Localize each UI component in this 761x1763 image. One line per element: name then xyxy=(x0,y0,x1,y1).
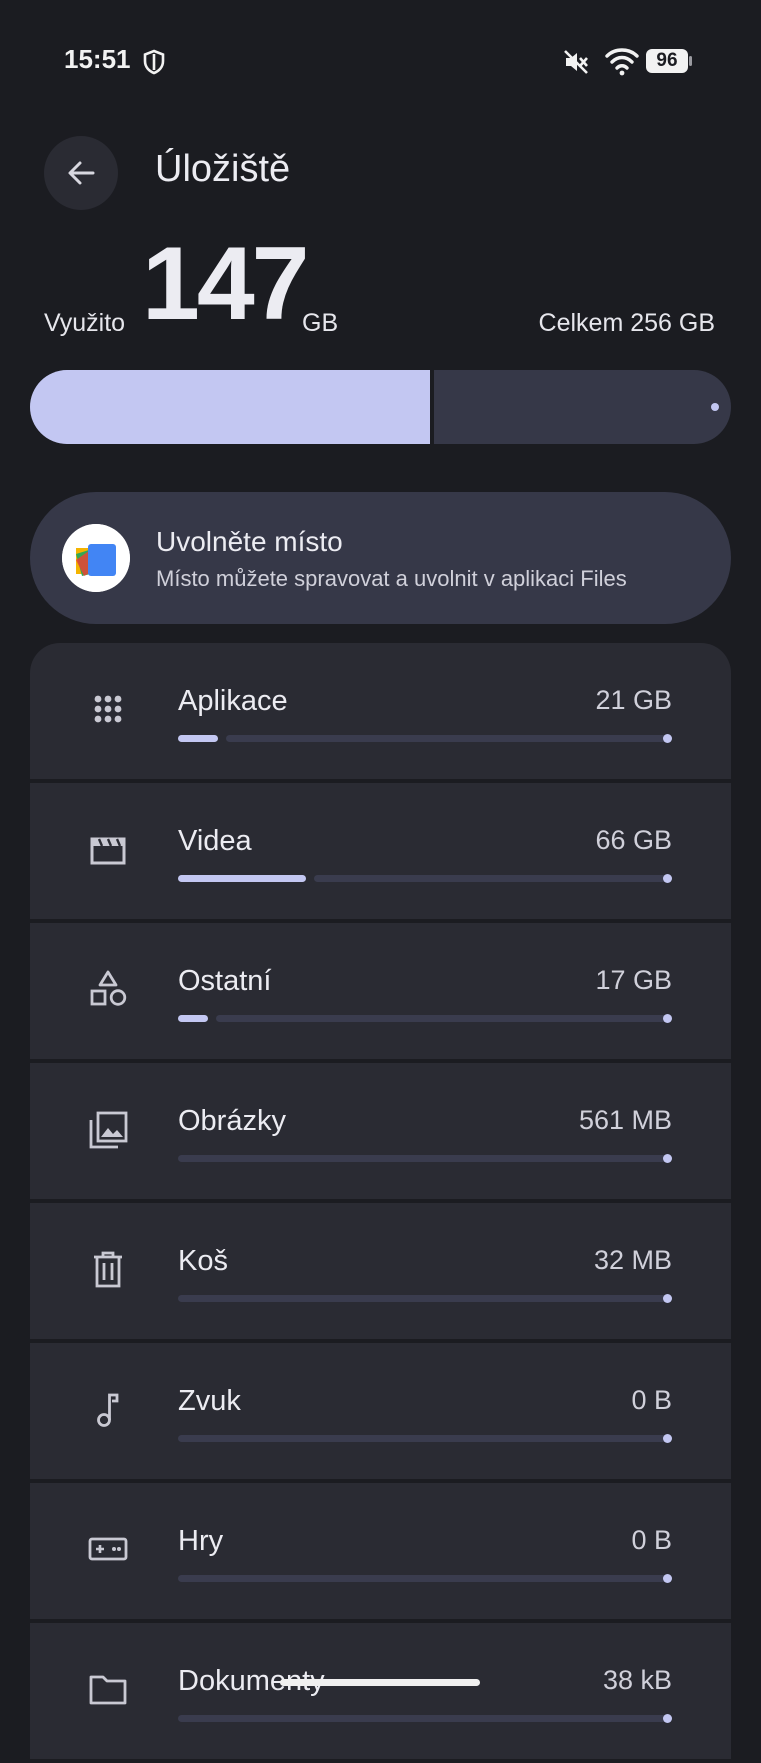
used-label: Využito xyxy=(44,309,126,337)
battery-level: 96 xyxy=(646,49,688,73)
category-size: 561 MB xyxy=(578,1105,672,1135)
shapes-icon xyxy=(90,970,127,1006)
total-capacity-label: Celkem 256 GB xyxy=(538,309,715,337)
category-usage-fill xyxy=(178,1015,208,1022)
used-unit: GB xyxy=(302,309,339,337)
category-usage-bar xyxy=(178,1574,672,1583)
category-usage-track xyxy=(178,1295,672,1302)
category-name: Zvuk xyxy=(178,1385,241,1417)
movie-icon xyxy=(90,837,126,865)
storage-usage-end-dot xyxy=(711,403,719,411)
category-size: 21 GB xyxy=(595,685,672,715)
category-usage-fill xyxy=(178,875,306,882)
category-row-documents[interactable]: Dokumenty 38 kB xyxy=(30,1623,731,1759)
status-bar: 15:51 96 xyxy=(0,0,761,125)
arrow-back-icon xyxy=(68,161,95,185)
category-usage-track xyxy=(178,1575,672,1582)
storage-usage-bar xyxy=(30,370,731,444)
category-size: 32 MB xyxy=(593,1245,672,1275)
category-usage-bar xyxy=(178,734,672,743)
category-usage-bar xyxy=(178,1154,672,1163)
category-usage-track xyxy=(314,875,672,882)
wifi-icon xyxy=(605,48,639,76)
category-name: Koš xyxy=(178,1245,228,1277)
category-usage-bar xyxy=(178,874,672,883)
category-usage-bar xyxy=(178,1714,672,1723)
category-usage-end-dot xyxy=(663,1714,672,1723)
category-usage-bar xyxy=(178,1434,672,1443)
category-usage-bar xyxy=(178,1294,672,1303)
music-note-icon xyxy=(97,1393,119,1427)
category-usage-end-dot xyxy=(663,734,672,743)
category-row-other[interactable]: Ostatní 17 GB xyxy=(30,923,731,1059)
used-value: 147 xyxy=(142,226,310,342)
home-indicator[interactable] xyxy=(280,1679,480,1686)
category-name: Ostatní xyxy=(178,965,272,997)
category-usage-fill xyxy=(178,735,218,742)
images-icon xyxy=(89,1111,128,1149)
category-size: 66 GB xyxy=(595,825,672,855)
category-usage-end-dot xyxy=(663,1154,672,1163)
category-usage-track xyxy=(178,1435,672,1442)
category-usage-end-dot xyxy=(663,874,672,883)
storage-usage-fill xyxy=(30,370,430,444)
category-row-trash[interactable]: Koš 32 MB xyxy=(30,1203,731,1339)
mute-icon xyxy=(564,50,588,74)
category-usage-bar xyxy=(178,1014,672,1023)
storage-usage-gap xyxy=(430,370,434,444)
files-app-icon xyxy=(62,524,130,592)
category-name: Obrázky xyxy=(178,1105,286,1137)
category-size: 38 kB xyxy=(602,1665,672,1695)
apps-grid-icon xyxy=(94,695,122,723)
category-row-games[interactable]: Hry 0 B xyxy=(30,1483,731,1619)
category-usage-end-dot xyxy=(663,1574,672,1583)
category-row-videos[interactable]: Videa 66 GB xyxy=(30,783,731,919)
category-size: 17 GB xyxy=(595,965,672,995)
page-title: Úložiště xyxy=(155,148,291,190)
free-up-space-card[interactable]: Uvolněte místo Místo můžete spravovat a … xyxy=(30,492,731,624)
battery-indicator: 96 xyxy=(646,49,692,73)
storage-category-list: Aplikace 21 GB Videa 66 GB Ostatní 17 GB… xyxy=(30,643,731,1763)
storage-usage-track xyxy=(30,370,731,444)
category-usage-end-dot xyxy=(663,1434,672,1443)
category-row-images[interactable]: Obrázky 561 MB xyxy=(30,1063,731,1199)
category-usage-track xyxy=(178,1715,672,1722)
free-up-space-title: Uvolněte místo xyxy=(156,526,343,557)
category-size: 0 B xyxy=(631,1525,672,1555)
category-row-apps[interactable]: Aplikace 21 GB xyxy=(30,643,731,779)
category-usage-end-dot xyxy=(663,1294,672,1303)
category-name: Aplikace xyxy=(178,685,288,717)
category-usage-end-dot xyxy=(663,1014,672,1023)
trash-icon xyxy=(94,1251,122,1288)
category-usage-track xyxy=(216,1015,672,1022)
folder-icon xyxy=(89,1675,127,1705)
gamepad-icon xyxy=(88,1537,128,1561)
category-usage-track xyxy=(178,1155,672,1162)
category-name: Hry xyxy=(178,1525,224,1557)
shield-icon xyxy=(143,49,165,75)
status-time: 15:51 xyxy=(64,44,131,74)
back-button[interactable] xyxy=(44,136,118,210)
free-up-space-subtitle: Místo můžete spravovat a uvolnit v aplik… xyxy=(156,566,627,591)
category-name: Videa xyxy=(178,825,252,857)
category-row-audio[interactable]: Zvuk 0 B xyxy=(30,1343,731,1479)
category-size: 0 B xyxy=(631,1385,672,1415)
category-usage-track xyxy=(226,735,672,742)
